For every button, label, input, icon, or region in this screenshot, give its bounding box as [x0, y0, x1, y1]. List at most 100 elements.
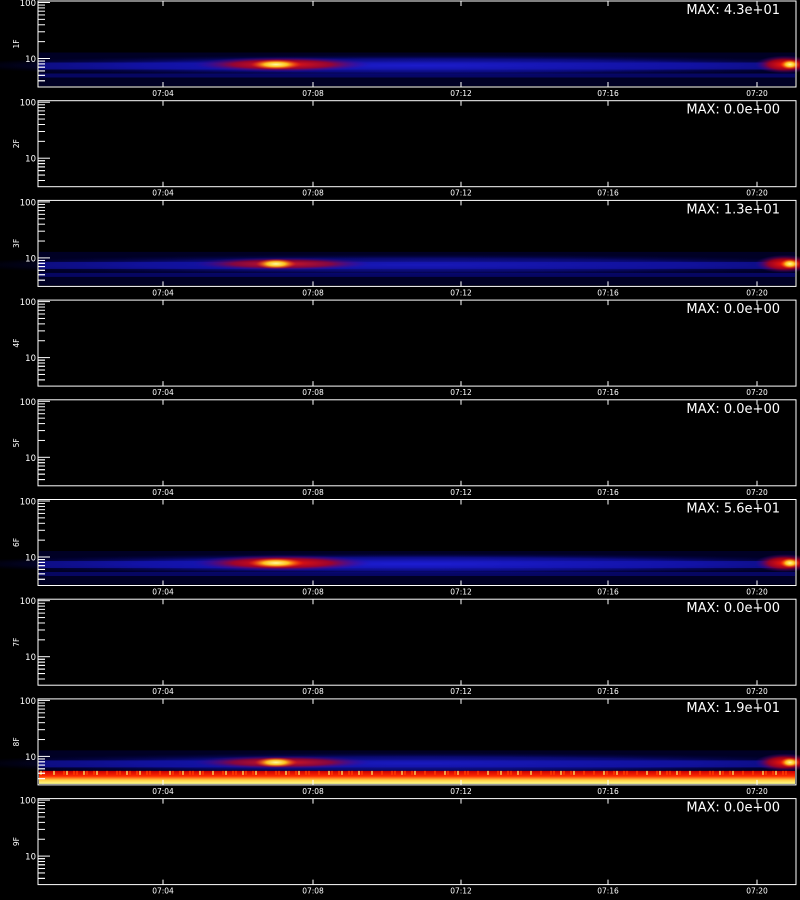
y-axis-label: 3F: [12, 239, 21, 248]
y-tick-label: 10: [25, 155, 36, 165]
y-tick-label: 10: [25, 454, 36, 464]
band-streak: [679, 770, 681, 775]
band-streak: [497, 770, 499, 775]
x-tick-label: 07:12: [450, 488, 472, 497]
x-tick-label: 07:16: [597, 288, 619, 297]
band-streak: [328, 770, 330, 775]
y-axis-label: 6F: [12, 538, 21, 547]
band-streak: [331, 770, 333, 775]
band-streak: [507, 770, 509, 775]
blue-band-core: [39, 760, 795, 768]
x-tick-label: 07:08: [302, 288, 324, 297]
band-streak: [235, 770, 237, 775]
band-streak: [245, 770, 247, 775]
y-axis-label: 2F: [12, 139, 21, 148]
bright-bottom-band: [39, 770, 795, 784]
band-streak: [477, 770, 479, 775]
panel-4f: 100 10 4F 07:04 07:08 07:12 07:16 07:20 MAX: 0.0…: [12, 298, 797, 397]
band-streak: [169, 770, 171, 775]
band-streak: [434, 770, 436, 775]
band-streak: [318, 770, 320, 775]
band-streak: [742, 770, 744, 775]
y-tick-label: 10: [25, 753, 36, 763]
band-streak: [656, 770, 658, 775]
x-tick-label: 07:04: [152, 388, 174, 397]
plot-area: [38, 100, 796, 187]
band-streak: [762, 770, 764, 775]
band-streak: [616, 770, 618, 775]
band-streak: [765, 770, 767, 775]
plot-area: [38, 399, 796, 486]
x-tick-label: 07:08: [302, 488, 324, 497]
x-tick-label: 07:04: [152, 189, 174, 198]
band-streak: [278, 770, 280, 775]
band-streak: [192, 770, 194, 775]
y-tick-label: 100: [20, 797, 36, 807]
y-tick-label: 100: [20, 498, 36, 508]
hot-core: [254, 757, 298, 768]
band-streak: [719, 770, 721, 775]
band-streak: [106, 770, 108, 775]
y-tick-label: 10: [25, 254, 36, 264]
band-streak: [467, 770, 469, 775]
y-axis-label: 8F: [12, 737, 21, 746]
band-streak: [348, 770, 350, 775]
band-streak: [351, 770, 353, 775]
band-streak: [729, 770, 731, 775]
band-streak: [775, 770, 777, 775]
band-streak: [298, 770, 300, 775]
band-streak: [149, 770, 151, 775]
max-annotation: MAX: 0.0e+00: [686, 402, 780, 417]
y-tick-label: 10: [25, 653, 36, 663]
max-annotation: MAX: 0.0e+00: [686, 601, 780, 616]
x-tick-label: 07:20: [746, 89, 768, 98]
band-streak: [126, 770, 128, 775]
y-tick-label: 10: [25, 853, 36, 863]
panel-8f: 100 10 8F 07:04 07:08 07:12 07:16 07:20 MAX: 1.9…: [0, 697, 800, 796]
panel-1f: 100 10 1F 07:04 07:08 07:12 07:16 07:20 MAX: 4.3…: [0, 0, 800, 98]
band-streak: [563, 770, 565, 775]
band-streak: [411, 770, 413, 775]
edge-hot-core: [780, 757, 800, 768]
band-streak: [636, 770, 638, 775]
x-tick-label: 07:16: [597, 887, 619, 896]
y-tick-label: 100: [20, 0, 36, 9]
panel-9f: 100 10 9F 07:04 07:08 07:12 07:16 07:20 MAX: 0.0…: [12, 797, 797, 896]
band-streak: [454, 770, 456, 775]
y-tick-label: 100: [20, 697, 36, 707]
band-streak: [381, 770, 383, 775]
plot-area: [38, 599, 796, 686]
panel-2f: 100 10 2F 07:04 07:08 07:12 07:16 07:20 MAX: 0.0…: [12, 99, 797, 198]
band-streak: [116, 770, 118, 775]
x-tick-label: 07:16: [597, 588, 619, 597]
x-tick-label: 07:04: [152, 89, 174, 98]
band-streak: [288, 770, 290, 775]
x-tick-label: 07:04: [152, 787, 174, 796]
y-axis-label: 1F: [12, 39, 21, 48]
y-tick-label: 100: [20, 99, 36, 109]
band-streak: [772, 770, 774, 775]
band-streak: [520, 770, 522, 775]
band-streak: [189, 770, 191, 775]
x-tick-label: 07:20: [746, 288, 768, 297]
panel-7f: 100 10 7F 07:04 07:08 07:12 07:16 07:20 MAX: 0.0…: [12, 597, 797, 696]
y-axis-label: 4F: [12, 339, 21, 348]
x-tick-label: 07:16: [597, 189, 619, 198]
band-streak: [252, 770, 254, 775]
x-tick-label: 07:04: [152, 687, 174, 696]
x-tick-label: 07:20: [746, 887, 768, 896]
edge-hot-core: [780, 59, 800, 70]
x-tick-label: 07:16: [597, 388, 619, 397]
x-tick-label: 07:12: [450, 189, 472, 198]
band-streak: [53, 770, 55, 775]
max-annotation: MAX: 0.0e+00: [686, 302, 780, 317]
x-tick-label: 07:04: [152, 588, 174, 597]
band-streak: [517, 770, 519, 775]
hot-core: [250, 59, 302, 70]
x-tick-label: 07:16: [597, 687, 619, 696]
x-tick-label: 07:16: [597, 488, 619, 497]
band-streak: [550, 770, 552, 775]
x-tick-label: 07:20: [746, 588, 768, 597]
band-streak: [242, 770, 244, 775]
band-streak: [613, 770, 615, 775]
